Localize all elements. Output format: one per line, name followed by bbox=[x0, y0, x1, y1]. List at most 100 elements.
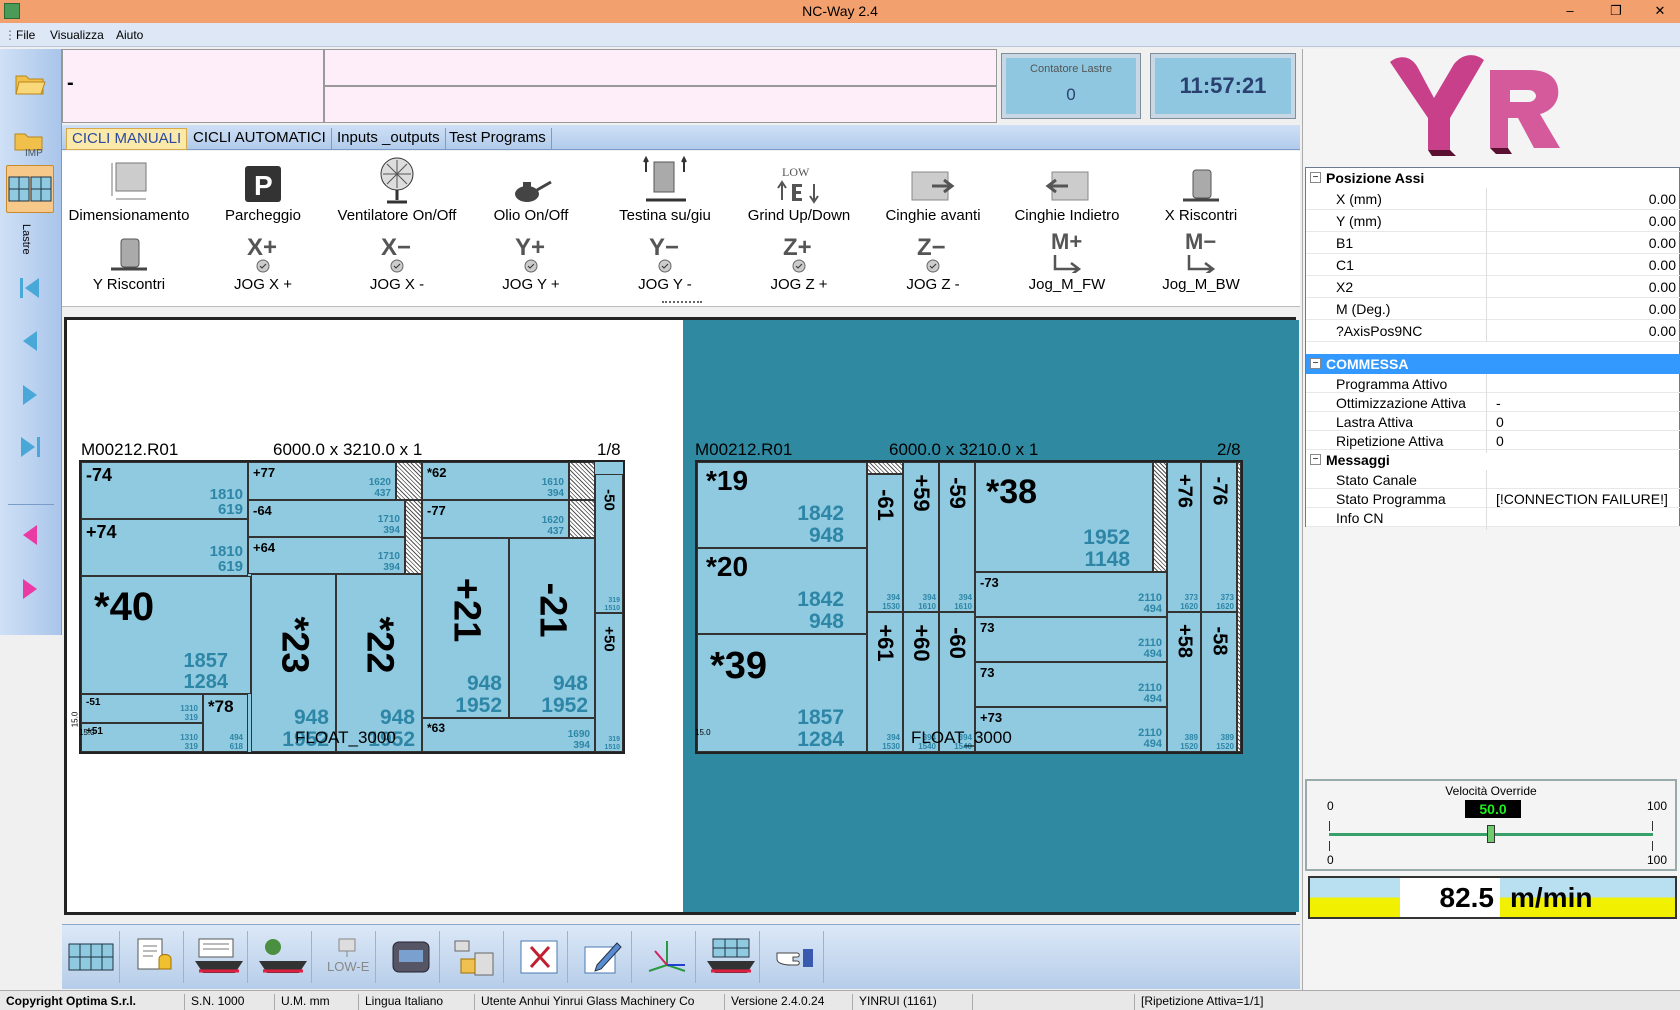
piece[interactable]: +76 373 1620 bbox=[1167, 462, 1201, 612]
menu-aiuto[interactable]: Aiuto bbox=[116, 28, 143, 42]
cut-edit-button[interactable] bbox=[510, 931, 568, 983]
piece[interactable]: +50 319 1510 bbox=[595, 613, 623, 752]
piece[interactable]: -51 1310 319 bbox=[81, 694, 203, 723]
piece[interactable]: *19 1842 948 bbox=[697, 462, 867, 548]
prev-sheet-button[interactable] bbox=[6, 317, 54, 365]
piece[interactable]: +58 389 1520 bbox=[1167, 612, 1201, 752]
olio-button[interactable]: Olio On/Off bbox=[464, 156, 598, 224]
piece[interactable]: *62 1610 394 bbox=[422, 462, 569, 500]
last-sheet-button[interactable] bbox=[6, 423, 54, 471]
piece[interactable]: *78 494 618 bbox=[203, 694, 248, 752]
collapse-icon[interactable]: − bbox=[1310, 172, 1321, 183]
machine-config-button[interactable] bbox=[254, 931, 312, 983]
grind-button[interactable]: LOW Grind Up/Down bbox=[732, 156, 866, 224]
piece[interactable]: *20 1842 948 bbox=[697, 548, 867, 634]
prev-piece-button[interactable] bbox=[6, 511, 54, 559]
commessa-section-header[interactable]: − COMMESSA bbox=[1306, 354, 1680, 374]
piece[interactable]: -58 389 1520 bbox=[1201, 612, 1237, 752]
low-e-button[interactable]: LOW-E bbox=[318, 931, 376, 983]
ventilatore-button[interactable]: Ventilatore On/Off bbox=[330, 156, 464, 224]
testina-button[interactable]: Testina su/giu bbox=[598, 156, 732, 224]
piece[interactable]: +59 394 1610 bbox=[903, 462, 939, 612]
tab-test-programs[interactable]: Test Programs bbox=[444, 128, 552, 150]
restore-button[interactable]: ❐ bbox=[1604, 2, 1628, 20]
cinghie-avanti-button[interactable]: Cinghie avanti bbox=[866, 156, 1000, 224]
jog-x-minus-icon: X− bbox=[381, 234, 411, 273]
velocity-slider-thumb[interactable] bbox=[1487, 825, 1495, 843]
piece[interactable]: *22 948 1952 bbox=[336, 574, 422, 752]
sheets-view-button[interactable] bbox=[6, 165, 54, 213]
piece[interactable]: -77 1620 437 bbox=[422, 500, 569, 538]
dimensionamento-button[interactable]: Dimensionamento bbox=[62, 156, 196, 224]
first-sheet-button[interactable] bbox=[6, 264, 54, 312]
jog-y-plus-button[interactable]: Y+ JOG Y + bbox=[464, 225, 598, 293]
clock-display: 11:57:21 bbox=[1150, 53, 1296, 119]
x-riscontri-button[interactable]: X Riscontri bbox=[1134, 156, 1268, 224]
network-button[interactable] bbox=[446, 931, 504, 983]
piece[interactable]: +61 394 1530 bbox=[867, 612, 903, 752]
piece[interactable]: *39 1857 1284 bbox=[697, 634, 867, 752]
piece[interactable]: -21 948 1952 bbox=[509, 538, 595, 718]
piece[interactable]: +74 1810 619 bbox=[81, 519, 248, 576]
menu-visualizza[interactable]: Visualizza bbox=[50, 28, 104, 42]
manual-hand-button[interactable] bbox=[766, 931, 824, 983]
parcheggio-button[interactable]: P Parcheggio bbox=[196, 156, 330, 224]
sheet2[interactable]: *19 1842 948 *20 1842 948 *39 1857 1284 -61 394… bbox=[695, 460, 1243, 754]
piece[interactable]: *38 1952 1148 bbox=[975, 462, 1153, 572]
tab-cicli-automatici[interactable]: CICLI AUTOMATICI bbox=[188, 128, 332, 150]
piece[interactable]: -76 373 1620 bbox=[1201, 462, 1237, 612]
piece[interactable]: +21 948 1952 bbox=[422, 538, 509, 718]
piece[interactable]: *23 948 1952 bbox=[251, 574, 336, 752]
piece[interactable]: +64 1710 394 bbox=[248, 537, 405, 574]
piece[interactable]: -59 394 1610 bbox=[939, 462, 975, 612]
sheet1[interactable]: -74 1810 619 +74 1810 619 *40 1857 1284 -51 131… bbox=[79, 460, 625, 754]
velocity-slider-track[interactable] bbox=[1329, 825, 1653, 843]
info-field-b bbox=[324, 49, 997, 86]
close-button[interactable]: ✕ bbox=[1648, 2, 1672, 20]
collapse-icon[interactable]: − bbox=[1310, 454, 1321, 465]
jog-m-fw-label: Jog_M_FW bbox=[1028, 276, 1106, 293]
piece[interactable]: -64 1710 394 bbox=[248, 500, 405, 537]
piece[interactable]: *40 1857 1284 bbox=[81, 576, 251, 694]
tab-cicli-manuali[interactable]: CICLI MANUALI bbox=[66, 128, 188, 150]
jog-m-fw-button[interactable]: M+ Jog_M_FW bbox=[1000, 225, 1134, 293]
piece[interactable]: 73 2110 494 bbox=[975, 617, 1167, 662]
piece[interactable]: -74 1810 619 bbox=[81, 462, 248, 519]
jog-z-plus-button[interactable]: Z+ JOG Z + bbox=[732, 225, 866, 293]
piece[interactable]: +51 1310 319 bbox=[81, 723, 203, 752]
axes-reference-button[interactable] bbox=[638, 931, 696, 983]
display-panel-button[interactable] bbox=[382, 931, 440, 983]
next-sheet-button[interactable] bbox=[6, 371, 54, 419]
piece[interactable]: 73 2110 494 bbox=[975, 662, 1167, 707]
piece[interactable]: -50 319 1510 bbox=[595, 474, 623, 613]
machine-program-button[interactable] bbox=[190, 931, 248, 983]
menu-file[interactable]: File bbox=[16, 28, 35, 42]
tab-inputs-outputs[interactable]: Inputs _outputs bbox=[332, 128, 446, 150]
messaggi-section-header[interactable]: − Messaggi bbox=[1306, 450, 1680, 470]
jog-x-minus-glyph: X− bbox=[381, 234, 411, 261]
y-riscontri-button[interactable]: Y Riscontri bbox=[62, 225, 196, 293]
jog-z-minus-button[interactable]: Z− JOG Z - bbox=[866, 225, 1000, 293]
belt-forward-icon bbox=[911, 171, 955, 201]
import-button[interactable]: IMP bbox=[6, 119, 54, 167]
axes-section-header[interactable]: − Posizione Assi bbox=[1306, 168, 1680, 188]
splitter-grip[interactable] bbox=[662, 301, 702, 304]
cinghie-indietro-button[interactable]: Cinghie Indietro bbox=[1000, 156, 1134, 224]
piece[interactable]: *63 1690 394 bbox=[422, 718, 595, 752]
layout-view-button[interactable] bbox=[62, 931, 120, 983]
jog-x-plus-button[interactable]: X+ JOG X + bbox=[196, 225, 330, 293]
alarm-log-button[interactable] bbox=[126, 931, 184, 983]
piece[interactable]: -73 2110 494 bbox=[975, 572, 1167, 617]
piece[interactable]: -61 394 1530 bbox=[867, 474, 903, 612]
status-units: U.M. mm bbox=[274, 994, 330, 1010]
drawing-edit-button[interactable] bbox=[574, 931, 632, 983]
collapse-icon[interactable]: − bbox=[1310, 358, 1321, 369]
next-piece-button[interactable] bbox=[6, 565, 54, 613]
open-folder-button[interactable] bbox=[6, 59, 54, 107]
jog-y-minus-button[interactable]: Y− JOG Y - bbox=[598, 225, 732, 293]
minimize-button[interactable]: – bbox=[1558, 2, 1582, 20]
piece[interactable]: +77 1620 437 bbox=[248, 462, 396, 500]
machine-grid-button[interactable] bbox=[702, 931, 760, 983]
jog-x-minus-button[interactable]: X− JOG X - bbox=[330, 225, 464, 293]
jog-m-bw-button[interactable]: M− Jog_M_BW bbox=[1134, 225, 1268, 293]
